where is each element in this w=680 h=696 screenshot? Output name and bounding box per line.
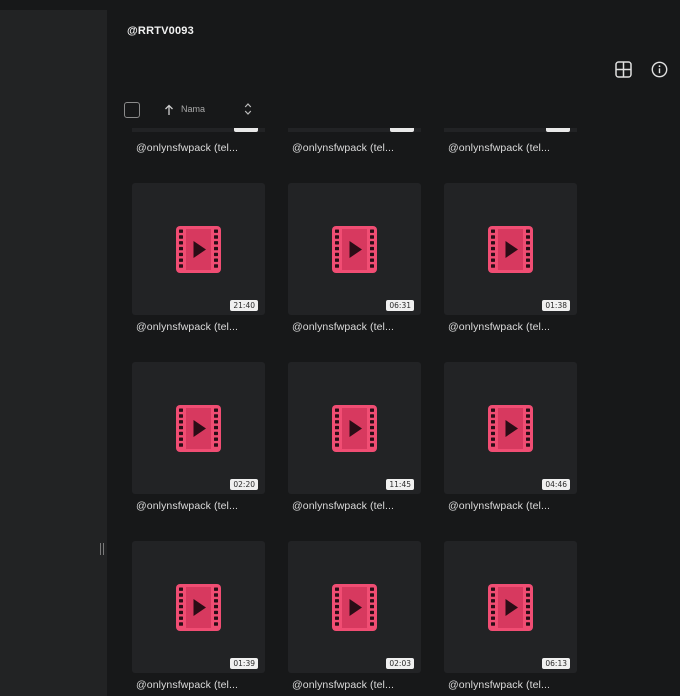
thumbnail: 11:45 xyxy=(288,362,421,494)
panel-resize-handle[interactable] xyxy=(100,543,106,555)
file-name: @onlynsfwpack (tel... xyxy=(136,142,239,154)
select-all-checkbox[interactable] xyxy=(124,102,140,118)
duration-badge: 01:39 xyxy=(230,658,258,669)
file-name: @onlynsfwpack (tel... xyxy=(292,679,395,691)
grid-view-icon xyxy=(614,60,632,78)
video-file-icon xyxy=(488,226,533,273)
duration-badge: 01:38 xyxy=(542,300,570,311)
duration-badge: 02:20 xyxy=(230,479,258,490)
file-name: @onlynsfwpack (tel... xyxy=(136,679,239,691)
duration-badge: 06:13 xyxy=(542,658,570,669)
thumbnail: 02:03 xyxy=(288,541,421,673)
sort-direction-button[interactable] xyxy=(164,103,174,121)
thumbnail: 06:31 xyxy=(288,183,421,315)
video-file-icon xyxy=(332,584,377,631)
file-name: @onlynsfwpack (tel... xyxy=(136,321,239,333)
folder-title: @RRTV0093 xyxy=(127,25,194,37)
sort-field-label[interactable]: Nama xyxy=(181,104,205,114)
thumbnail: 01:38 xyxy=(444,183,577,315)
thumbnail: 04:46 xyxy=(444,362,577,494)
sidebar-panel xyxy=(0,10,107,696)
duration-badge: 06:31 xyxy=(386,300,414,311)
info-button[interactable] xyxy=(648,58,670,80)
duration-badge: 04:46 xyxy=(542,479,570,490)
file-name: @onlynsfwpack (tel... xyxy=(448,321,551,333)
file-name: @onlynsfwpack (tel... xyxy=(448,142,551,154)
thumbnail: 01:39 xyxy=(132,541,265,673)
video-file-icon xyxy=(332,405,377,452)
file-browser-main: @onlynsfwpack (tel... @onlynsfwpack (tel… xyxy=(107,0,680,696)
video-file-icon xyxy=(488,584,533,631)
thumbnail: 21:40 xyxy=(132,183,265,315)
duration-badge: 02:03 xyxy=(386,658,414,669)
video-file-icon xyxy=(176,226,221,273)
duration-badge: 21:40 xyxy=(230,300,258,311)
thumbnail: 02:20 xyxy=(132,362,265,494)
video-file-icon xyxy=(332,226,377,273)
file-name: @onlynsfwpack (tel... xyxy=(136,500,239,512)
file-name: @onlynsfwpack (tel... xyxy=(292,321,395,333)
duration-badge: 11:45 xyxy=(386,479,414,490)
sort-field-dropdown[interactable] xyxy=(244,102,252,121)
duration-badge xyxy=(390,128,414,132)
file-name: @onlynsfwpack (tel... xyxy=(448,500,551,512)
duration-badge xyxy=(234,128,258,132)
chevron-updown-icon xyxy=(244,103,252,115)
file-name: @onlynsfwpack (tel... xyxy=(448,679,551,691)
file-name: @onlynsfwpack (tel... xyxy=(292,500,395,512)
video-file-icon xyxy=(176,584,221,631)
video-file-icon xyxy=(176,405,221,452)
arrow-up-icon xyxy=(165,104,173,115)
video-file-icon xyxy=(488,405,533,452)
grid-view-button[interactable] xyxy=(612,58,634,80)
thumbnail: 06:13 xyxy=(444,541,577,673)
file-name: @onlynsfwpack (tel... xyxy=(292,142,395,154)
info-icon xyxy=(651,61,667,77)
duration-badge xyxy=(546,128,570,132)
